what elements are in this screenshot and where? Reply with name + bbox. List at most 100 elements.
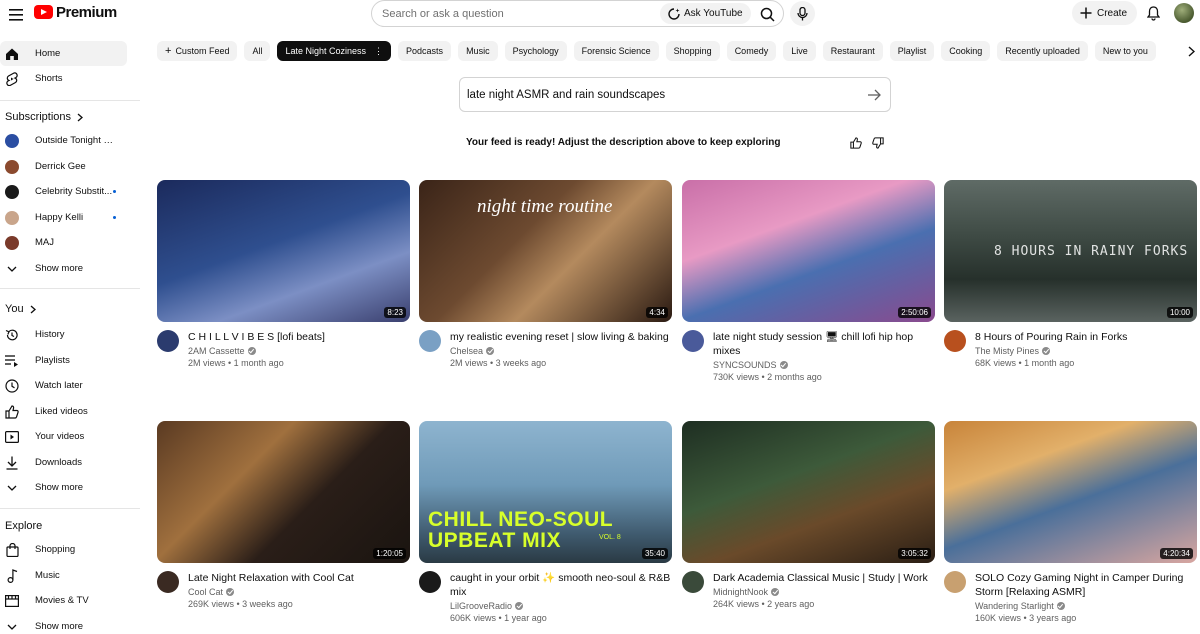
- chip-playlist[interactable]: Playlist: [889, 41, 935, 61]
- feed-dislike-button[interactable]: [871, 136, 885, 150]
- video-title[interactable]: late night study session 🖥 chill lofi hi…: [713, 330, 935, 358]
- you-heading[interactable]: You: [5, 303, 36, 315]
- feed-like-button[interactable]: [849, 136, 863, 150]
- video-channel[interactable]: Chelsea: [450, 346, 672, 356]
- chip-music[interactable]: Music: [458, 41, 498, 61]
- menu-button[interactable]: [4, 3, 28, 27]
- video-stats: 730K views • 2 months ago: [713, 372, 822, 382]
- video-card[interactable]: 8:23 C H I L L V I B E S [lofi beats] 2AM …: [157, 180, 410, 368]
- video-thumbnail[interactable]: 2:50:06: [682, 180, 935, 322]
- chip-late-night-coziness[interactable]: Late Night Coziness ⋮: [277, 41, 392, 61]
- channel-avatar[interactable]: [157, 330, 179, 352]
- chip-forensic-science[interactable]: Forensic Science: [573, 41, 659, 61]
- voice-search-button[interactable]: [790, 1, 815, 26]
- video-thumbnail[interactable]: night time routine 4:34: [419, 180, 672, 322]
- subscriptions-heading[interactable]: Subscriptions: [5, 111, 84, 123]
- video-channel[interactable]: 2AM Cassette: [188, 346, 410, 356]
- sidebar-subscription-3[interactable]: Happy Kelli: [0, 205, 127, 230]
- feed-prompt-input[interactable]: late night ASMR and rain soundscapes: [459, 77, 891, 112]
- create-button[interactable]: Create: [1072, 1, 1138, 25]
- show-more-label: Show more: [35, 482, 84, 493]
- search-button[interactable]: [757, 4, 777, 24]
- video-channel[interactable]: LilGrooveRadio: [450, 601, 672, 611]
- chip-custom-feed[interactable]: + Custom Feed: [157, 41, 238, 61]
- search-input[interactable]: [372, 7, 642, 20]
- chip-podcasts[interactable]: Podcasts: [398, 41, 452, 61]
- video-title[interactable]: C H I L L V I B E S [lofi beats]: [188, 330, 410, 344]
- video-title[interactable]: 8 Hours of Pouring Rain in Forks: [975, 330, 1197, 344]
- video-title[interactable]: SOLO Cozy Gaming Night in Camper During …: [975, 571, 1197, 599]
- film-icon: [5, 594, 19, 608]
- sidebar-subscription-1[interactable]: Derrick Gee: [0, 154, 127, 179]
- notifications-button[interactable]: [1142, 2, 1164, 24]
- sidebar-subscription-4[interactable]: MAJ: [0, 230, 127, 255]
- video-channel[interactable]: Wandering Starlight: [975, 601, 1197, 611]
- channel-avatar[interactable]: [419, 571, 441, 593]
- youtube-logo[interactable]: Premium: [34, 2, 117, 22]
- video-thumbnail[interactable]: 8:23: [157, 180, 410, 322]
- video-stats: 264K views • 2 years ago: [713, 599, 815, 609]
- chip-restaurant[interactable]: Restaurant: [822, 41, 883, 61]
- sidebar-item-shorts[interactable]: Shorts: [0, 66, 127, 91]
- chip-recently-uploaded[interactable]: Recently uploaded: [997, 41, 1088, 61]
- video-meta: 8 Hours of Pouring Rain in Forks The Mist…: [944, 330, 1197, 368]
- sidebar-item-shopping[interactable]: Shopping: [0, 537, 127, 562]
- chip-comedy[interactable]: Comedy: [726, 41, 777, 61]
- chip-cooking[interactable]: Cooking: [941, 41, 991, 61]
- sidebar-item-home[interactable]: Home: [0, 41, 127, 66]
- channel-name: Wandering Starlight: [975, 601, 1054, 611]
- video-channel[interactable]: Cool Cat: [188, 587, 410, 597]
- channel-avatar[interactable]: [682, 571, 704, 593]
- chip-new-to-you[interactable]: New to you: [1094, 41, 1156, 61]
- video-thumbnail[interactable]: 3:05:32: [682, 421, 935, 563]
- video-thumbnail[interactable]: 8 HOURS IN RAINY FORKS 10:00: [944, 180, 1197, 322]
- video-channel[interactable]: The Misty Pines: [975, 346, 1197, 356]
- sidebar-item-music[interactable]: Music: [0, 563, 127, 588]
- channel-avatar[interactable]: [944, 330, 966, 352]
- arrow-right-icon[interactable]: [866, 87, 882, 103]
- sidebar-subscription-2[interactable]: Celebrity Substit...: [0, 179, 127, 204]
- sidebar-item-your-videos[interactable]: Your videos: [0, 424, 127, 449]
- video-card[interactable]: 2:50:06 late night study session 🖥 chill …: [682, 180, 935, 382]
- channel-name: Cool Cat: [188, 587, 224, 597]
- video-card[interactable]: 3:05:32 Dark Academia Classical Music | S…: [682, 421, 935, 609]
- chip-live[interactable]: Live: [783, 41, 816, 61]
- more-vertical-icon[interactable]: ⋮: [374, 46, 383, 57]
- chips-next-button[interactable]: [1184, 43, 1198, 59]
- video-title[interactable]: caught in your orbit ✨ smooth neo-soul &…: [450, 571, 672, 599]
- sidebar-item-watch-later[interactable]: Watch later: [0, 373, 127, 398]
- video-title[interactable]: Dark Academia Classical Music | Study | …: [713, 571, 935, 585]
- video-title[interactable]: my realistic evening reset | slow living…: [450, 330, 672, 344]
- channel-avatar[interactable]: [944, 571, 966, 593]
- sidebar-subs-show-more[interactable]: Show more: [0, 256, 127, 281]
- video-thumbnail[interactable]: 4:20:34: [944, 421, 1197, 563]
- sidebar-item-liked-videos[interactable]: Liked videos: [0, 399, 127, 424]
- video-channel[interactable]: SYNCSOUNDS: [713, 360, 935, 370]
- sidebar-subscription-0[interactable]: Outside Tonight Wit...: [0, 128, 127, 153]
- video-card[interactable]: night time routine 4:34 my realistic eveni…: [419, 180, 672, 368]
- channel-avatar[interactable]: [682, 330, 704, 352]
- video-card[interactable]: 1:20:05 Late Night Relaxation with Cool C…: [157, 421, 410, 609]
- video-thumbnail[interactable]: 1:20:05: [157, 421, 410, 563]
- sidebar-item-movies-tv[interactable]: Movies & TV: [0, 588, 127, 613]
- sidebar-you-show-more[interactable]: Show more: [0, 475, 127, 500]
- chip-psychology[interactable]: Psychology: [504, 41, 567, 61]
- sidebar-explore-show-more[interactable]: Show more: [0, 614, 127, 634]
- video-card[interactable]: 4:20:34 SOLO Cozy Gaming Night in Camper …: [944, 421, 1197, 623]
- sidebar-item-playlists[interactable]: Playlists: [0, 348, 127, 373]
- video-duration: 1:20:05: [373, 548, 406, 559]
- chip-shopping[interactable]: Shopping: [665, 41, 720, 61]
- video-channel[interactable]: MidnightNook: [713, 587, 935, 597]
- ask-youtube-button[interactable]: Ask YouTube: [660, 3, 751, 24]
- sidebar-item-history[interactable]: History: [0, 322, 127, 347]
- account-avatar[interactable]: [1174, 3, 1194, 23]
- chip-all[interactable]: All: [244, 41, 271, 61]
- channel-avatar[interactable]: [157, 571, 179, 593]
- video-thumbnail[interactable]: CHILL NEO-SOUL UPBEAT MIX VOL. 8 35:40: [419, 421, 672, 563]
- video-card[interactable]: CHILL NEO-SOUL UPBEAT MIX VOL. 8 35:40 caug…: [419, 421, 672, 623]
- channel-avatar[interactable]: [419, 330, 441, 352]
- video-title[interactable]: Late Night Relaxation with Cool Cat: [188, 571, 410, 585]
- video-card[interactable]: 8 HOURS IN RAINY FORKS 10:00 8 Hours of Po…: [944, 180, 1197, 368]
- sidebar-item-downloads[interactable]: Downloads: [0, 450, 127, 475]
- channel-avatar: [5, 210, 19, 225]
